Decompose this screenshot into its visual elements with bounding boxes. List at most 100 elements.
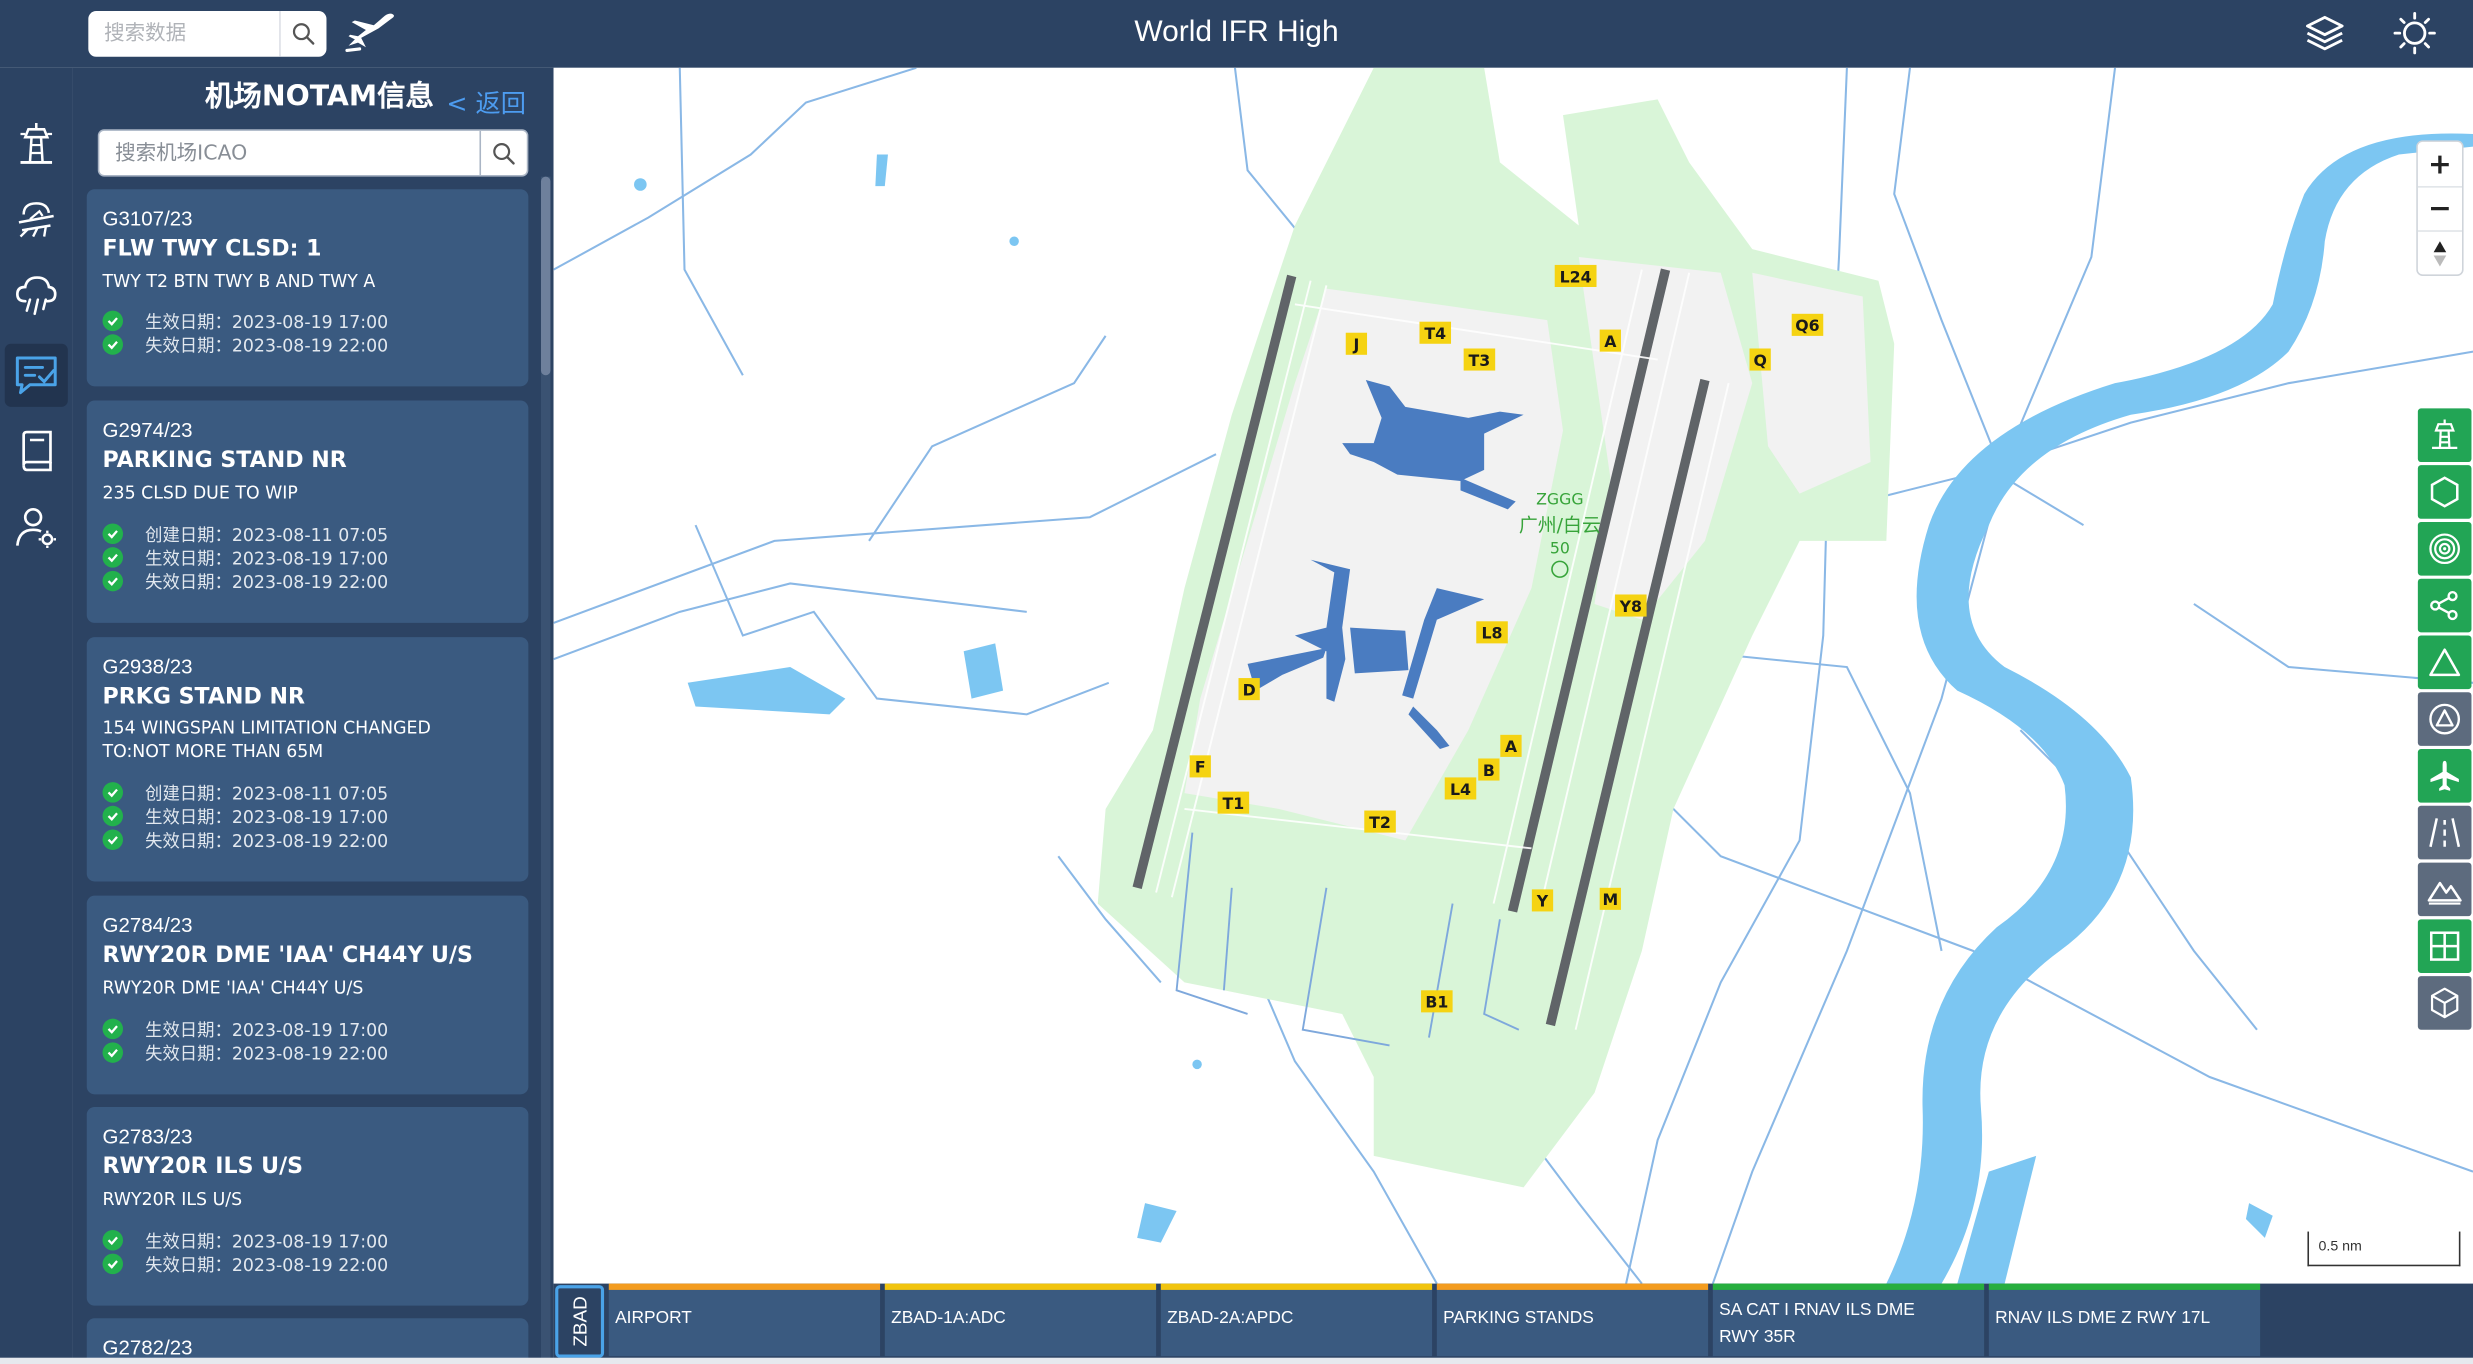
back-link[interactable]: < 返回 [446, 82, 526, 120]
layer-grid-button[interactable] [2417, 919, 2472, 973]
zoom-out-button[interactable]: − [2417, 186, 2463, 230]
notam-card[interactable]: G2783/23 RWY20R ILS U/S RWY20R ILS U/S 生… [86, 1106, 529, 1306]
plane-logo-icon[interactable] [344, 11, 398, 55]
notam-card[interactable]: G2938/23 PRKG STAND NR 154 WINGSPAN LIMI… [86, 637, 529, 882]
taxiway-label-m: M [1599, 887, 1621, 910]
chart-tab[interactable]: SA CAT I RNAV ILS DME RWY 35R [1712, 1283, 1985, 1357]
check-circle-icon [102, 310, 124, 332]
taxiway-label-b1: B1 [1421, 990, 1453, 1013]
chart-tab[interactable]: RNAV ILS DME Z RWY 17L [1988, 1283, 2261, 1357]
taxiway-label-text: T2 [1369, 813, 1391, 832]
check-circle-icon [102, 829, 124, 850]
rail-documents[interactable] [5, 419, 68, 482]
layer-flight-button[interactable] [2417, 749, 2472, 803]
chart-tab-category-bar [608, 1283, 881, 1290]
notam-card[interactable]: G2974/23 PARKING STAND NR 235 CLSD DUE T… [86, 400, 529, 623]
chart-tab-category-bar [1436, 1283, 1709, 1290]
notam-card[interactable]: G3107/23 FLW TWY CLSD: 1 TWY T2 BTN TWY … [86, 189, 529, 387]
taxiway-label-text: T3 [1469, 351, 1491, 370]
taxiway-label-t4: T4 [1419, 321, 1452, 344]
layer-3d-button[interactable] [2417, 976, 2472, 1030]
current-airport-tab[interactable]: ZBAD [555, 1285, 605, 1358]
river [1886, 133, 2473, 1284]
layer-terrain-button[interactable] [2417, 862, 2472, 917]
chart-tab[interactable]: ZBAD-2A:APDC [1160, 1283, 1433, 1357]
check-circle-icon [102, 523, 124, 545]
circle-triangle-layer-icon [2429, 703, 2461, 735]
search-icon [292, 23, 315, 45]
notam-description: 235 CLSD DUE TO WIP [102, 482, 298, 504]
notam-description: 154 WINGSPAN LIMITATION CHANGED [102, 717, 431, 738]
taxiway-label-j: J [1345, 332, 1368, 355]
chart-tab[interactable]: AIRPORT [608, 1283, 881, 1357]
share-network-layer-icon [2430, 590, 2458, 621]
rail-weather[interactable] [5, 263, 68, 326]
layer-airspace-button[interactable] [2417, 465, 2472, 519]
taxiway-label-text: J [1352, 335, 1359, 354]
rail-weather-airport[interactable] [5, 188, 68, 251]
theme-toggle-button[interactable] [2391, 9, 2438, 56]
notam-card[interactable]: G2784/23 RWY20R DME 'IAA' CH44Y U/S RWY2… [86, 895, 529, 1095]
layer-waypoint-button[interactable] [2417, 635, 2472, 690]
taxiway-label-t3: T3 [1463, 348, 1496, 371]
chart-tab-label: SA CAT I RNAV ILS DME RWY 35R [1719, 1300, 1915, 1347]
compass-reset-button[interactable] [2417, 230, 2463, 274]
layer-airway-button[interactable] [2417, 578, 2472, 633]
airport-map[interactable]: ZGGG 广州/白云 50 L24 T4 J T3 A Q6 Q Y8 L8 D A B L4 F T1 T2… [553, 67, 2473, 1284]
chart-tab[interactable]: PARKING STANDS [1436, 1283, 1709, 1357]
layer-fix-button[interactable] [2417, 692, 2472, 746]
airport-elevation-label: 50 [1550, 538, 1570, 557]
taxiway-label-y8: Y8 [1615, 594, 1647, 617]
taxiway-label-text: F [1195, 758, 1206, 777]
panel-title: 机场NOTAM信息 [205, 80, 434, 114]
notam-id: G2974/23 [102, 417, 193, 442]
notam-expiry-date: 失效日期：2023-08-19 22:00 [102, 1041, 388, 1065]
data-search-input[interactable] [88, 11, 280, 57]
chart-tab-category-bar [1988, 1283, 2261, 1290]
check-circle-icon [102, 547, 124, 568]
zoom-in-button[interactable]: + [2418, 142, 2462, 186]
icao-search-button[interactable] [479, 130, 526, 176]
rail-notam[interactable] [4, 343, 68, 407]
chart-tab-category-bar [1712, 1283, 1985, 1290]
current-airport-code: ZBAD [568, 1296, 591, 1347]
icao-search-box [97, 129, 529, 177]
bottom-divider [0, 1357, 2473, 1364]
notam-description: TO:NOT MORE THAN 65M [102, 741, 324, 762]
data-search-button[interactable] [279, 11, 326, 57]
taxiway-label-text: L8 [1482, 624, 1503, 643]
panel-scroll-thumb[interactable] [540, 176, 551, 376]
taxiway-label-text: B1 [1425, 993, 1448, 1012]
map-scale-bar: 0.5 nm [2307, 1231, 2461, 1267]
taxiway-label-text: M [1602, 890, 1618, 909]
icao-search-input[interactable] [99, 130, 482, 176]
notam-title: PARKING STAND NR [102, 447, 347, 474]
rail-user[interactable] [5, 495, 68, 558]
compass-icon [2433, 240, 2447, 266]
target-layer-icon [2429, 533, 2460, 565]
taxiway-label-text: Y [1536, 892, 1549, 911]
layers-button[interactable] [2301, 9, 2348, 56]
taxiway-label-text: Y8 [1619, 597, 1642, 616]
layer-navaid-button[interactable] [2417, 521, 2472, 576]
top-bar: World IFR High [0, 0, 2473, 68]
grid-layer-icon [2429, 931, 2460, 961]
notam-id: G3107/23 [102, 206, 193, 231]
taxiway-label-l24: L24 [1554, 264, 1597, 287]
pond [2245, 1203, 2273, 1238]
notam-effective-date: 生效日期：2023-08-19 17:00 [102, 1228, 388, 1252]
check-circle-icon [102, 782, 124, 803]
notam-effective-date: 生效日期：2023-08-19 17:00 [102, 804, 388, 828]
notam-description: RWY20R ILS U/S [102, 1188, 243, 1210]
triangle-layer-icon [2429, 648, 2461, 677]
layer-runway-button[interactable] [2417, 805, 2472, 860]
cube-layer-icon [2430, 987, 2459, 1019]
taxiway-label-text: L4 [1450, 780, 1471, 799]
notam-description: RWY20R DME 'IAA' CH44Y U/S [102, 977, 364, 999]
chart-tab[interactable]: ZBAD-1A:ADC [884, 1283, 1157, 1357]
taxiway-label-text: A [1505, 737, 1518, 756]
layer-airport-button[interactable] [2417, 408, 2472, 463]
rail-airport-info[interactable] [5, 112, 68, 175]
chart-tab-label: ZBAD-2A:APDC [1167, 1308, 1294, 1328]
pond [1192, 1059, 1202, 1070]
